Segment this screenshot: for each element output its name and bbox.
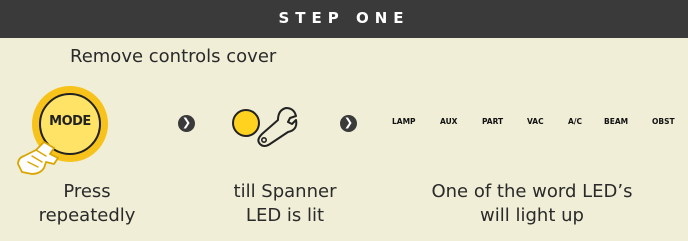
caption-word-led: One of the word LED’s will light up [431, 181, 633, 226]
step-card: STEP ONE Remove controls cover MODE ❯ ❯ … [0, 0, 688, 241]
spanner-icon [257, 107, 298, 147]
word-led-vac: VAC [527, 117, 544, 126]
step-header: STEP ONE [0, 0, 688, 38]
next-arrow-icon: ❯ [178, 115, 195, 132]
step-title: STEP ONE [278, 9, 410, 27]
word-led-aux: AUX [440, 117, 458, 126]
caption-spanner: till Spanner LED is lit [233, 181, 337, 226]
instruction-text: Remove controls cover [70, 46, 277, 67]
word-led-lamp: LAMP [392, 117, 416, 126]
mode-button-label: MODE [49, 114, 91, 129]
word-led-part: PART [482, 117, 504, 126]
next-arrow-icon: ❯ [340, 115, 357, 132]
caption-press: Press repeatedly [38, 181, 136, 226]
word-led-obst: OBST [652, 117, 675, 126]
word-led-ac: A/C [568, 117, 583, 126]
word-led-beam: BEAM [604, 117, 629, 126]
pointing-hand-icon [17, 141, 59, 175]
